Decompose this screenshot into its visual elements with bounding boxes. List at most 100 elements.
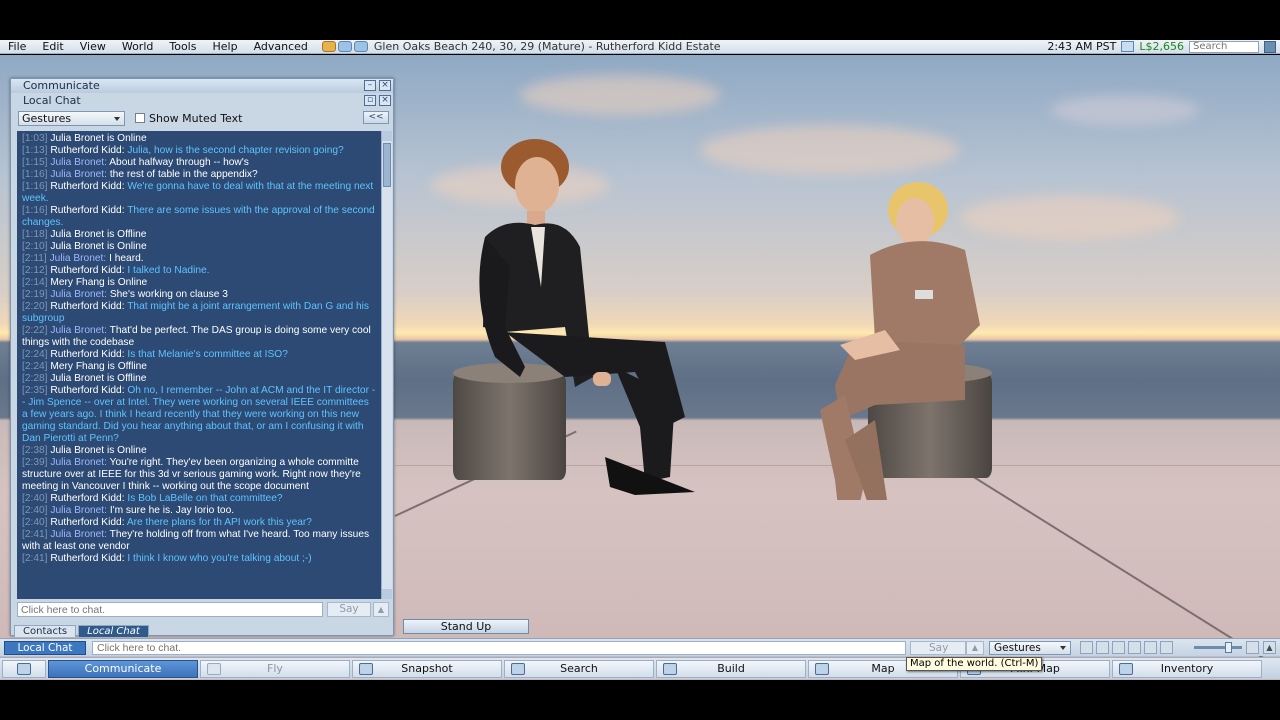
chat-timestamp: [2:12] [22,265,48,276]
build-button[interactable]: Build [656,660,806,678]
chat-speaker[interactable]: Julia Bronet: [50,457,107,468]
chat-line: [2:40] Rutherford Kidd: Is Bob LaBelle o… [22,493,377,505]
communicate-window: Communicate – × Local Chat ▫ × Gestures … [10,78,394,637]
chat-timestamp: [2:35] [22,385,48,396]
inventory-button[interactable]: Inventory [1112,660,1262,678]
chat-speaker[interactable]: Rutherford Kidd: [50,265,124,276]
menu-world[interactable]: World [114,40,162,53]
location-text[interactable]: Glen Oaks Beach 240, 30, 29 (Mature) - R… [374,40,721,53]
search-input[interactable] [1189,40,1259,53]
chat-speaker[interactable]: Julia Bronet: [50,529,107,540]
scroll-down-icon[interactable] [382,589,392,599]
chat-line: [2:20] Rutherford Kidd: That might be a … [22,301,377,325]
chat-speaker[interactable]: Rutherford Kidd: [50,205,124,216]
chatbar-gestures-dropdown[interactable]: Gestures [989,641,1071,655]
communicate-button[interactable]: Communicate [48,660,198,678]
search-button[interactable]: Search [504,660,654,678]
show-muted-checkbox[interactable] [135,113,145,123]
parcel-push-icon[interactable] [337,41,352,52]
chat-timestamp: [2:24] [22,361,48,372]
chat-line: [2:12] Rutherford Kidd: I talked to Nadi… [22,265,377,277]
scroll-thumb[interactable] [383,143,391,187]
tab-contacts[interactable]: Contacts [14,625,77,637]
chat-scrollbar[interactable] [381,131,392,599]
speaker-icon[interactable] [1246,641,1259,654]
chat-speaker[interactable]: Julia Bronet is Online [50,445,146,456]
music-info-icon[interactable] [1160,641,1173,654]
clock-time: 2:43 AM PST [1047,40,1117,53]
local-chat-button[interactable]: Local Chat [4,641,86,655]
gestures-dropdown[interactable]: Gestures [18,110,125,126]
menu-edit[interactable]: Edit [34,40,71,53]
chat-speaker[interactable]: Mery Fhang is Online [50,277,147,288]
linden-balance[interactable]: L$2,656 [1139,40,1184,53]
menu-view[interactable]: View [72,40,114,53]
chatbar-gestures-label: Gestures [994,642,1041,654]
collapse-button[interactable]: << [363,111,389,124]
chat-message: Is that Melanie's committee at ISO? [127,349,288,360]
menu-help[interactable]: Help [204,40,245,53]
gestures-label: Gestures [22,111,72,125]
chat-speaker[interactable]: Julia Bronet: [50,289,107,300]
minimize-icon[interactable]: – [364,80,376,91]
menu-advanced[interactable]: Advanced [246,40,316,53]
chat-speaker[interactable]: Rutherford Kidd: [50,181,124,192]
avatar-julia-bronet[interactable] [815,180,995,500]
close-tab-icon[interactable]: × [379,95,391,106]
chat-speaker[interactable]: Rutherford Kidd: [50,493,124,504]
buy-currency-icon[interactable] [1121,41,1135,52]
media-stop-icon[interactable] [1096,641,1109,654]
chat-speaker[interactable]: Julia Bronet: [50,325,107,336]
chat-history: [1:03] Julia Bronet is Online [1:13] Ruth… [17,131,381,599]
avatar-rutherford-kidd[interactable] [465,127,705,527]
letterbox-top [0,0,1280,40]
scroll-up-icon[interactable] [382,131,392,141]
chat-message: Are there plans for th API work this yea… [126,517,312,528]
chat-speaker[interactable]: Rutherford Kidd: [50,385,124,396]
chat-speaker[interactable]: Julia Bronet: [50,505,107,516]
music-play-icon[interactable] [1128,641,1141,654]
chat-speaker[interactable]: Rutherford Kidd: [50,301,124,312]
menu-tools[interactable]: Tools [161,40,204,53]
build-cube-icon [663,663,677,675]
say-options-icon[interactable]: ▲ [373,602,389,617]
chat-speaker[interactable]: Julia Bronet: [50,169,107,180]
snapshot-button[interactable]: Snapshot [352,660,502,678]
media-info-icon[interactable] [1112,641,1125,654]
parcel-build-icon[interactable] [353,41,368,52]
chat-speaker[interactable]: Rutherford Kidd: [50,145,124,156]
music-stop-icon[interactable] [1144,641,1157,654]
tab-local-chat[interactable]: Local Chat [78,625,149,637]
chat-speaker[interactable]: Rutherford Kidd: [50,553,124,564]
menu-file[interactable]: File [0,40,34,53]
chat-timestamp: [2:40] [22,493,48,504]
say-button[interactable]: Say [327,602,371,617]
search-icon[interactable] [1264,40,1276,53]
chat-speaker[interactable]: Julia Bronet is Online [50,133,146,144]
communicate-title-bar[interactable]: Communicate – × [11,79,393,93]
chat-speaker[interactable]: Julia Bronet is Offline [50,229,146,240]
chat-speaker[interactable]: Julia Bronet: [50,157,107,168]
tear-off-icon[interactable]: ▫ [364,95,376,106]
stand-up-button[interactable]: Stand Up [403,619,529,634]
chat-line: [2:24] Mery Fhang is Offline [22,361,377,373]
chat-speaker[interactable]: Julia Bronet is Offline [50,373,146,384]
chat-speaker[interactable]: Julia Bronet: [50,253,107,264]
expand-up-icon[interactable]: ▲ [1263,641,1276,654]
chat-speaker[interactable]: Rutherford Kidd: [50,349,124,360]
chat-speaker[interactable]: Mery Fhang is Offline [50,361,147,372]
volume-slider[interactable] [1194,646,1242,649]
chatbar-input[interactable] [92,641,906,655]
volume-knob[interactable] [1225,642,1232,653]
chat-toggle-button[interactable] [2,660,46,678]
chatbar-say-options-icon[interactable]: ▲ [966,641,984,655]
chatbar-say-button[interactable]: Say [910,641,966,655]
fly-button[interactable]: Fly [200,660,350,678]
chat-speaker[interactable]: Julia Bronet is Online [50,241,146,252]
media-play-icon[interactable] [1080,641,1093,654]
chat-line: [2:28] Julia Bronet is Offline [22,373,377,385]
chat-speaker[interactable]: Rutherford Kidd: [50,517,124,528]
close-icon[interactable]: × [379,80,391,91]
chat-input[interactable] [17,602,323,617]
parcel-flag-icon[interactable] [321,41,336,52]
